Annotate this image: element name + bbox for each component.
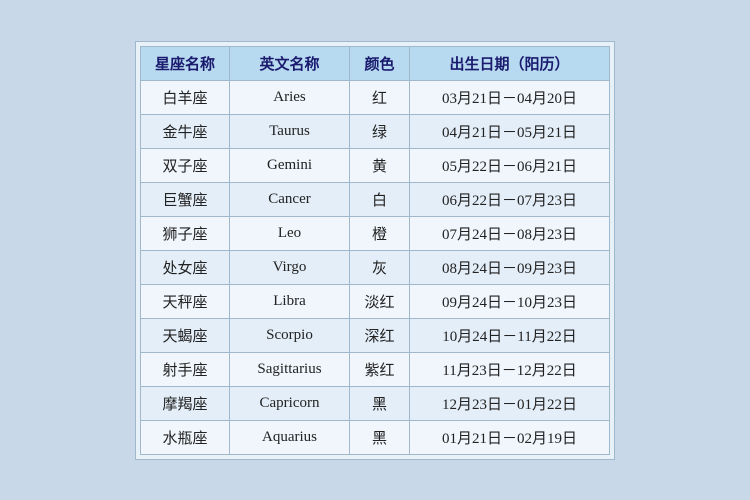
zodiac-table: 星座名称 英文名称 颜色 出生日期（阳历） 白羊座Aries红03月21日－04…	[140, 46, 610, 455]
table-row: 双子座Gemini黄05月22日－06月21日	[140, 148, 609, 182]
cell-chinese: 天蝎座	[140, 318, 229, 352]
cell-date: 05月22日－06月21日	[410, 148, 610, 182]
cell-color: 黄	[350, 148, 410, 182]
cell-chinese: 狮子座	[140, 216, 229, 250]
table-row: 水瓶座Aquarius黑01月21日－02月19日	[140, 420, 609, 454]
cell-color: 白	[350, 182, 410, 216]
table-row: 摩羯座Capricorn黑12月23日－01月22日	[140, 386, 609, 420]
cell-english: Cancer	[230, 182, 350, 216]
cell-english: Gemini	[230, 148, 350, 182]
cell-english: Virgo	[230, 250, 350, 284]
cell-color: 红	[350, 80, 410, 114]
cell-chinese: 金牛座	[140, 114, 229, 148]
cell-color: 橙	[350, 216, 410, 250]
cell-date: 09月24日－10月23日	[410, 284, 610, 318]
cell-chinese: 摩羯座	[140, 386, 229, 420]
table-row: 天蝎座Scorpio深红10月24日－11月22日	[140, 318, 609, 352]
cell-chinese: 天秤座	[140, 284, 229, 318]
cell-date: 07月24日－08月23日	[410, 216, 610, 250]
cell-date: 08月24日－09月23日	[410, 250, 610, 284]
cell-color: 黑	[350, 386, 410, 420]
zodiac-table-container: 星座名称 英文名称 颜色 出生日期（阳历） 白羊座Aries红03月21日－04…	[135, 41, 615, 460]
cell-color: 紫红	[350, 352, 410, 386]
cell-date: 04月21日－05月21日	[410, 114, 610, 148]
cell-color: 深红	[350, 318, 410, 352]
cell-english: Capricorn	[230, 386, 350, 420]
cell-color: 绿	[350, 114, 410, 148]
cell-date: 11月23日－12月22日	[410, 352, 610, 386]
header-chinese: 星座名称	[140, 46, 229, 80]
table-row: 狮子座Leo橙07月24日－08月23日	[140, 216, 609, 250]
cell-english: Scorpio	[230, 318, 350, 352]
header-date: 出生日期（阳历）	[410, 46, 610, 80]
table-row: 金牛座Taurus绿04月21日－05月21日	[140, 114, 609, 148]
cell-color: 淡红	[350, 284, 410, 318]
cell-chinese: 处女座	[140, 250, 229, 284]
cell-date: 12月23日－01月22日	[410, 386, 610, 420]
cell-english: Taurus	[230, 114, 350, 148]
cell-date: 03月21日－04月20日	[410, 80, 610, 114]
table-row: 天秤座Libra淡红09月24日－10月23日	[140, 284, 609, 318]
table-row: 射手座Sagittarius紫红11月23日－12月22日	[140, 352, 609, 386]
cell-english: Libra	[230, 284, 350, 318]
cell-date: 06月22日－07月23日	[410, 182, 610, 216]
cell-english: Sagittarius	[230, 352, 350, 386]
cell-date: 01月21日－02月19日	[410, 420, 610, 454]
cell-date: 10月24日－11月22日	[410, 318, 610, 352]
cell-color: 灰	[350, 250, 410, 284]
cell-english: Leo	[230, 216, 350, 250]
cell-chinese: 白羊座	[140, 80, 229, 114]
cell-color: 黑	[350, 420, 410, 454]
cell-chinese: 巨蟹座	[140, 182, 229, 216]
table-row: 巨蟹座Cancer白06月22日－07月23日	[140, 182, 609, 216]
cell-chinese: 射手座	[140, 352, 229, 386]
cell-chinese: 双子座	[140, 148, 229, 182]
header-english: 英文名称	[230, 46, 350, 80]
table-row: 处女座Virgo灰08月24日－09月23日	[140, 250, 609, 284]
cell-chinese: 水瓶座	[140, 420, 229, 454]
table-header-row: 星座名称 英文名称 颜色 出生日期（阳历）	[140, 46, 609, 80]
cell-english: Aquarius	[230, 420, 350, 454]
table-row: 白羊座Aries红03月21日－04月20日	[140, 80, 609, 114]
header-color: 颜色	[350, 46, 410, 80]
cell-english: Aries	[230, 80, 350, 114]
